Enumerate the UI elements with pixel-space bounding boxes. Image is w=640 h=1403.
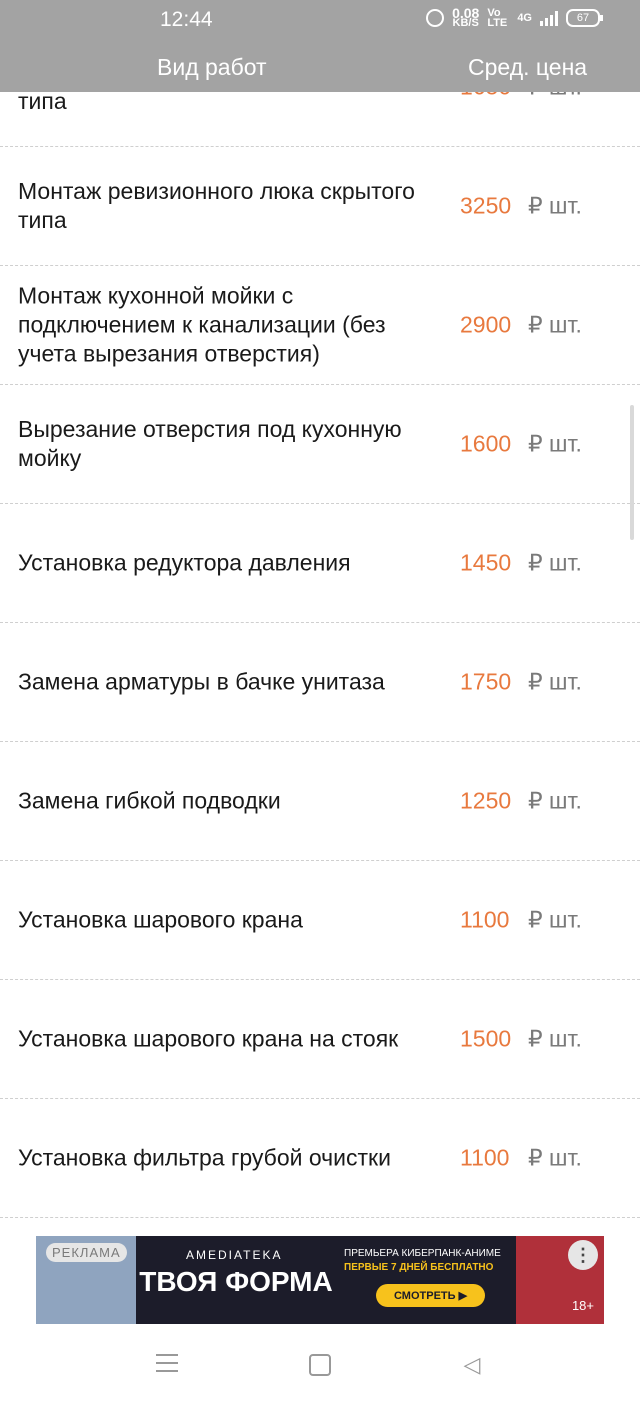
work-name: Установка шарового крана на стояк: [18, 1025, 399, 1052]
top-header: 12:44 0.08 KB/S Vo LTE 4G 67 Вид работ С…: [0, 0, 640, 92]
status-time: 12:44: [160, 8, 213, 31]
price-unit: ₽ шт.: [528, 787, 582, 814]
price-unit: ₽ шт.: [528, 1144, 582, 1171]
price-unit: ₽ шт.: [528, 311, 582, 338]
price-row[interactable]: Замена гибкой подводки 1250 ₽ шт.: [0, 742, 640, 861]
price-row[interactable]: Установка шарового крана 1100 ₽ шт.: [0, 861, 640, 980]
price-row[interactable]: Монтаж ревизионного люка скрытого типа 3…: [0, 147, 640, 266]
work-price: 1500: [460, 1025, 512, 1052]
price-unit: ₽ шт.: [528, 549, 582, 576]
scrollbar[interactable]: [630, 405, 634, 540]
net-speed-unit: KB/S: [452, 17, 479, 29]
price-row[interactable]: Монтаж кухонной мойки с подключением к к…: [0, 266, 640, 385]
column-header-work: Вид работ: [157, 54, 267, 80]
ad-title: ТВОЯ ФОРМА: [139, 1266, 333, 1297]
price-row[interactable]: Замена арматуры в бачке унитаза 1750 ₽ ш…: [0, 623, 640, 742]
work-name: Установка фильтра грубой очистки: [18, 1144, 391, 1171]
price-row[interactable]: Установка фильтра грубой очистки 1100 ₽ …: [0, 1099, 640, 1218]
work-price: 1100: [460, 1144, 510, 1171]
back-icon[interactable]: ◁: [455, 1348, 489, 1382]
price-unit: ₽ шт.: [528, 192, 582, 219]
system-nav-bar: ◁: [0, 1326, 640, 1403]
ad-watch-button[interactable]: СМОТРЕТЬ ▶: [376, 1284, 486, 1307]
price-unit: ₽ шт.: [528, 668, 582, 695]
price-row[interactable]: Установка шарового крана на стояк 1500 ₽…: [0, 980, 640, 1099]
work-name: Монтаж кухонной мойки с подключением к к…: [18, 282, 386, 367]
work-name: Установка редуктора давления: [18, 549, 351, 576]
status-icons: 0.08 KB/S Vo LTE 4G 67: [426, 6, 603, 29]
work-name: Вырезание отверстия под кухонную мойку: [18, 416, 402, 471]
ad-banner[interactable]: РЕКЛАМА AMEDIATEKA ТВОЯ ФОРМА ПРЕМЬЕРА К…: [36, 1236, 604, 1324]
work-name: Замена гибкой подводки: [18, 787, 281, 814]
work-price: 1600: [460, 430, 512, 457]
work-price: 1450: [460, 549, 512, 576]
ad-label: РЕКЛАМА: [46, 1243, 127, 1262]
net-speed: 0.08 KB/S: [452, 6, 479, 29]
alarm-icon: [426, 9, 445, 27]
price-list[interactable]: Монтаж ревизионного люка открытого типа …: [0, 0, 640, 1224]
network-icon: 4G: [517, 12, 532, 24]
price-unit: ₽ шт.: [528, 430, 582, 457]
work-name: Установка шарового крана: [18, 906, 303, 933]
work-name: Монтаж ревизионного люка скрытого типа: [18, 178, 415, 233]
signal-icon: [540, 10, 558, 26]
price-row[interactable]: Вырезание отверстия под кухонную мойку 1…: [0, 385, 640, 504]
work-price: 1250: [460, 787, 512, 814]
ad-promo-line2: ПЕРВЫЕ 7 ДНЕЙ БЕСПЛАТНО: [344, 1262, 494, 1273]
recent-apps-icon[interactable]: [150, 1348, 184, 1382]
ad-menu-icon[interactable]: ⋮: [568, 1240, 598, 1270]
price-unit: ₽ шт.: [528, 1025, 582, 1052]
price-row[interactable]: Установка редуктора давления 1450 ₽ шт.: [0, 504, 640, 623]
home-icon[interactable]: [303, 1348, 337, 1382]
work-name: Замена арматуры в бачке унитаза: [18, 668, 385, 695]
ad-age-rating: 18+: [571, 1298, 594, 1313]
work-price: 1750: [460, 668, 512, 695]
work-price: 3250: [460, 192, 512, 219]
ad-promo-line1: ПРЕМЬЕРА КИБЕРПАНК-АНИМЕ: [344, 1248, 501, 1259]
work-price: 1100: [460, 906, 510, 933]
work-price: 2900: [460, 311, 512, 338]
battery-icon: 67: [566, 9, 603, 27]
volte-icon: Vo LTE: [487, 7, 508, 29]
price-unit: ₽ шт.: [528, 906, 582, 933]
ad-brand: AMEDIATEKA: [186, 1248, 283, 1262]
status-bar: 12:44 0.08 KB/S Vo LTE 4G 67: [0, 6, 640, 36]
column-header-price: Сред. цена: [468, 54, 588, 80]
